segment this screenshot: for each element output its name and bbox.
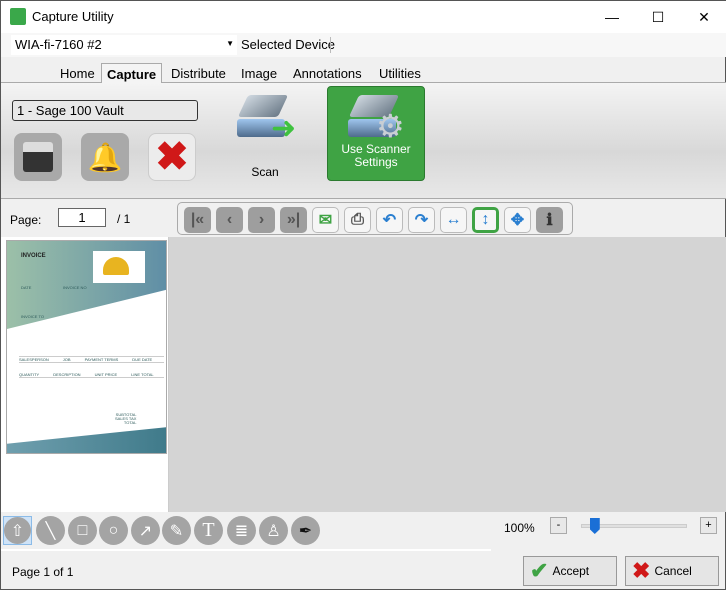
window-title: Capture Utility [32, 9, 114, 24]
status-text: Page 1 of 1 [12, 565, 74, 579]
floppy-disk-icon [23, 142, 53, 172]
first-page-icon[interactable]: |« [184, 207, 211, 233]
fit-page-icon[interactable]: ✥ [504, 207, 531, 233]
bell-icon: 🔔 [87, 141, 123, 173]
arrow-icon[interactable]: ↗ [131, 516, 160, 545]
title-bar: Capture Utility — ☐ ✕ [1, 1, 726, 33]
tab-annotations[interactable]: Annotations [293, 63, 362, 83]
thumb-label: INVOICE TO [21, 314, 44, 319]
last-page-icon[interactable]: »| [280, 207, 307, 233]
fit-height-icon[interactable]: ↕ [472, 207, 499, 233]
tab-image[interactable]: Image [241, 63, 277, 83]
scan-button[interactable]: ➜ Scan [229, 87, 301, 179]
zoom-in-button[interactable]: + [700, 517, 717, 534]
select-arrow-icon[interactable]: ⇧ [3, 516, 32, 545]
use-scanner-settings-button[interactable]: ⚙ Use Scanner Settings [327, 86, 425, 181]
tab-home[interactable]: Home [60, 63, 95, 83]
hard-hat-image [93, 251, 145, 283]
thumb-header: SALESPERSON [19, 357, 49, 362]
thumb-header: JOB [62, 357, 71, 362]
accept-label: Accept [552, 564, 590, 578]
line-icon[interactable]: ╲ [36, 516, 65, 545]
page-toolbar: Page: 1 / 1 |« ‹ › »| ✉ ⎙ ↶ ↷ ↔ ↕ ✥ ℹ [1, 199, 726, 237]
device-label: Selected Device [241, 37, 335, 52]
accept-button[interactable]: ✔ Accept [523, 556, 617, 586]
info-icon[interactable]: ℹ [536, 207, 563, 233]
red-x-icon: ✖ [155, 135, 189, 179]
thumb-label: INVOICE NO [63, 285, 87, 290]
rectangle-icon[interactable]: □ [68, 516, 97, 545]
highlighter-icon[interactable]: ✎ [162, 516, 191, 545]
red-x-icon: ✖ [632, 558, 651, 583]
page-label: Page: [10, 213, 42, 227]
maximize-button[interactable]: ☐ [635, 1, 681, 33]
checkmark-icon: ✔ [530, 558, 549, 583]
rotate-left-icon[interactable]: ↶ [376, 207, 403, 233]
rotate-right-icon[interactable]: ↷ [408, 207, 435, 233]
next-page-icon[interactable]: › [248, 207, 275, 233]
tab-utilities[interactable]: Utilities [379, 63, 421, 83]
scan-label: Scan [251, 165, 279, 179]
document-viewer[interactable] [169, 237, 726, 512]
zoom-out-button[interactable]: - [550, 517, 567, 534]
cancel-button[interactable]: ✖ Cancel [625, 556, 719, 586]
page-thumbnail[interactable]: INVOICE DATE INVOICE NO INVOICE TO SALES… [6, 240, 167, 454]
thumb-header: PAYMENT TERMS [84, 357, 119, 362]
email-icon[interactable]: ✉ [312, 207, 339, 233]
text-icon[interactable]: T [194, 516, 223, 545]
vault-select[interactable]: 1 - Sage 100 Vault [12, 100, 198, 121]
fit-width-icon[interactable]: ↔ [440, 207, 467, 233]
stamp-icon[interactable]: ♙ [259, 516, 288, 545]
device-select[interactable]: WIA-fi-7160 #2 ▼ [11, 35, 237, 55]
pen-icon[interactable]: ✒ [291, 516, 320, 545]
app-icon [10, 8, 26, 25]
thumb-header: QUANTITY [19, 372, 40, 377]
divider [330, 37, 331, 53]
scanner-settings-label: Use Scanner Settings [341, 142, 411, 169]
delete-button[interactable]: ✖ [148, 133, 196, 181]
page-total: / 1 [117, 212, 131, 226]
print-icon[interactable]: ⎙ [344, 207, 371, 233]
thumbnail-panel: INVOICE DATE INVOICE NO INVOICE TO SALES… [1, 237, 169, 512]
save-button[interactable] [14, 133, 62, 181]
previous-page-icon[interactable]: ‹ [216, 207, 243, 233]
tab-distribute[interactable]: Distribute [171, 63, 226, 83]
ellipse-icon[interactable]: ○ [99, 516, 128, 545]
device-value: WIA-fi-7160 #2 [15, 37, 102, 52]
scanner-icon: ➜ [237, 93, 296, 145]
thumb-header: UNIT PRICE [94, 372, 118, 377]
zoom-percent: 100% [504, 521, 535, 535]
navigation-group: |« ‹ › »| ✉ ⎙ ↶ ↷ ↔ ↕ ✥ ℹ [177, 202, 573, 235]
cancel-label: Cancel [654, 564, 692, 578]
tab-capture[interactable]: Capture [101, 63, 163, 84]
device-bar: WIA-fi-7160 #2 ▼ Selected Device [1, 33, 726, 57]
thumb-header: LINE TOTAL [131, 372, 154, 377]
annotation-toolbar: ⇧ ╲ □ ○ ↗ ✎ T ≣ ♙ ✒ [1, 512, 726, 550]
ribbon: 1 - Sage 100 Vault 🔔 ✖ ➜ Scan ⚙ Use Scan… [1, 83, 726, 199]
ribbon-tabs: Home Capture Distribute Image Annotation… [1, 63, 726, 84]
divider [1, 549, 491, 551]
chevron-down-icon[interactable]: ▼ [226, 39, 234, 48]
thumb-total: TOTAL [123, 420, 137, 425]
thumb-header: DUE DATE [132, 357, 153, 362]
minimize-button[interactable]: — [589, 1, 635, 33]
thumb-header: DESCRIPTION [53, 372, 81, 377]
thumb-label: DATE [21, 285, 32, 290]
scanner-gear-icon: ⚙ [348, 93, 405, 144]
notify-button[interactable]: 🔔 [81, 133, 129, 181]
note-icon[interactable]: ≣ [227, 516, 256, 545]
close-button[interactable]: ✕ [681, 1, 726, 33]
page-input[interactable]: 1 [58, 208, 106, 227]
thumb-title: INVOICE [21, 253, 46, 259]
